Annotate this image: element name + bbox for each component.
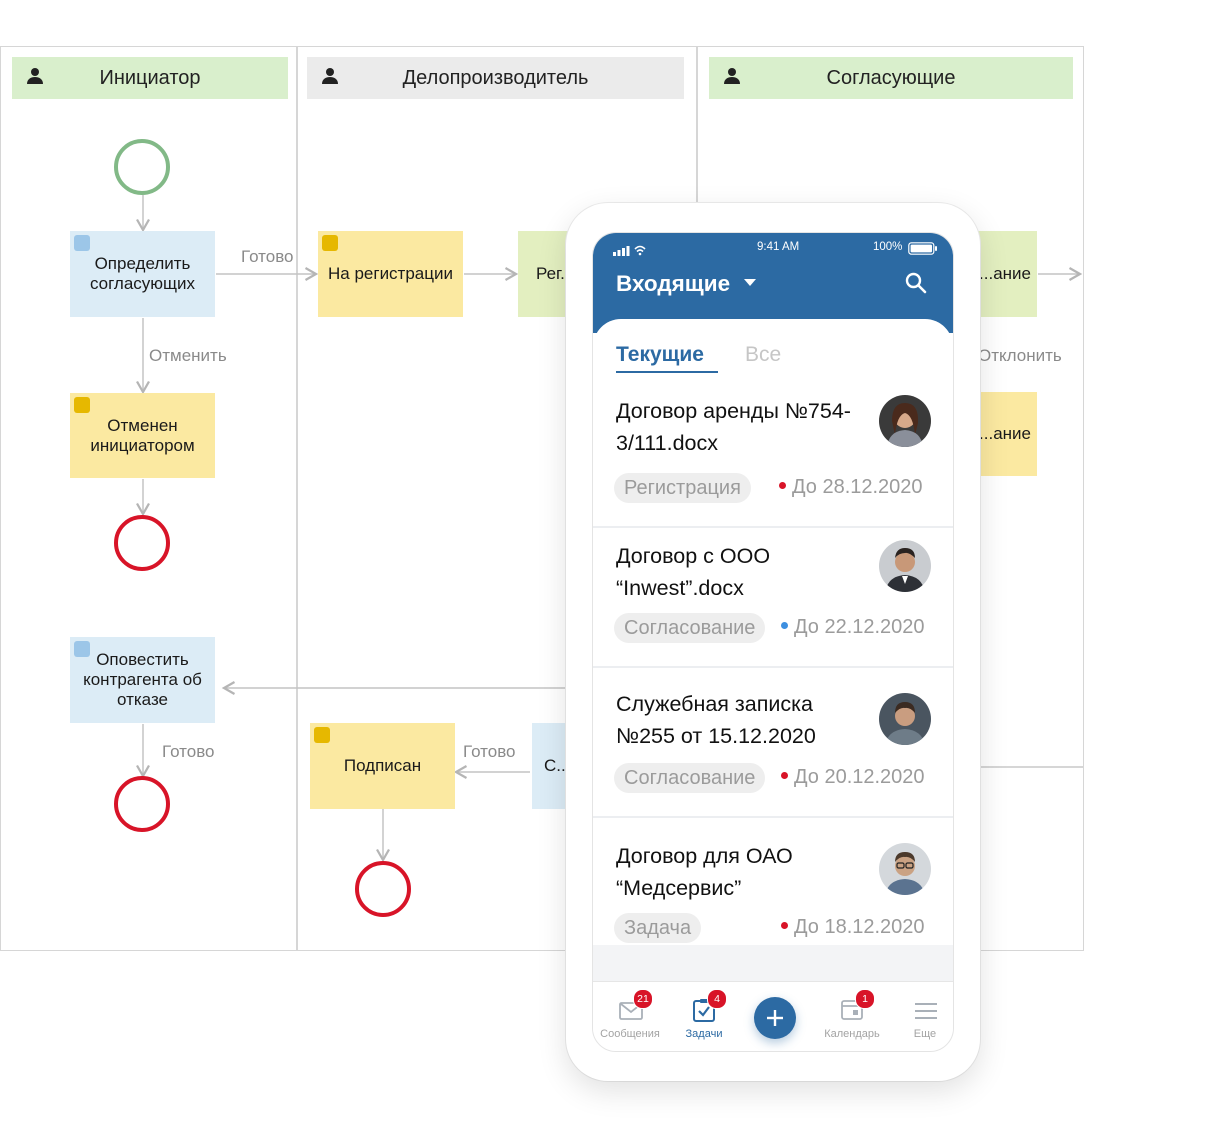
bottom-nav: 21 Сообщения 4 Задачи 1 Календарь Еще xyxy=(593,981,953,1051)
status-icon xyxy=(322,235,338,251)
due-text: До 18.12.2020 xyxy=(794,916,925,938)
start-event xyxy=(114,139,170,195)
task-label: Подписан xyxy=(343,756,422,775)
task-approval-status[interactable]: ...ание xyxy=(978,392,1037,476)
status-badge: Согласование xyxy=(614,613,766,643)
chevron-down-icon[interactable] xyxy=(744,279,756,287)
due-date: До 22.12.2020 xyxy=(781,616,925,639)
task-label: Определить согласующих xyxy=(89,254,196,293)
task-label: На регистрации xyxy=(328,264,453,283)
badge-count: 1 xyxy=(855,989,875,1009)
task-notify-counterparty[interactable]: Оповестить контрагента об отказе xyxy=(70,637,215,723)
battery-icon xyxy=(908,242,937,255)
badge-count: 4 xyxy=(707,989,727,1009)
status-icon xyxy=(314,727,330,743)
document-title: Договор для ОАО “Медсервис” xyxy=(616,844,793,900)
avatar xyxy=(879,540,931,592)
plus-icon xyxy=(767,1010,783,1026)
end-event xyxy=(114,776,170,832)
nav-label: Сообщения xyxy=(600,1028,660,1040)
status-badge: Регистрация xyxy=(614,473,751,503)
list-item[interactable]: Договор аренды №754-3/111.docx Регистрац… xyxy=(593,373,953,526)
task-cancelled-by-initiator[interactable]: Отменен инициатором xyxy=(70,393,215,478)
status-badge: Согласование xyxy=(614,763,766,793)
task-label: Отменен инициатором xyxy=(90,415,195,455)
list-item[interactable]: Служебная записка №255 от 15.12.2020 Сог… xyxy=(593,668,953,816)
task-signed[interactable]: Подписан xyxy=(310,723,455,809)
user-task-icon xyxy=(74,235,90,251)
avatar xyxy=(879,395,931,447)
avatar xyxy=(879,843,931,895)
nav-label: Еще xyxy=(913,1028,937,1040)
nav-label: Календарь xyxy=(824,1028,880,1040)
flow-label-ready: Готово xyxy=(162,742,215,761)
signal-icon xyxy=(613,245,646,256)
list-item[interactable]: Договор для ОАО “Медсервис” Задача До 18… xyxy=(593,818,953,945)
priority-dot xyxy=(781,922,788,930)
phone-screen: 9:41 AM 100% Входящие Текущие Все Догово… xyxy=(592,232,954,1052)
end-event xyxy=(355,861,411,917)
task-label: ...ание xyxy=(979,264,1031,283)
nav-tasks[interactable]: 4 Задачи xyxy=(669,982,739,1051)
inbox-title[interactable]: Входящие xyxy=(616,271,730,297)
nav-more[interactable]: Еще xyxy=(890,982,953,1051)
search-icon[interactable] xyxy=(905,272,927,294)
nav-label: Задачи xyxy=(685,1028,723,1040)
tab-bar: Текущие Все xyxy=(593,333,953,373)
menu-icon xyxy=(915,1003,937,1019)
badge-count: 21 xyxy=(633,989,653,1009)
document-title: Договор аренды №754-3/111.docx xyxy=(616,399,851,455)
task-label: ...ание xyxy=(979,424,1031,443)
priority-dot xyxy=(779,482,786,490)
status-battery: 100% xyxy=(873,241,903,253)
end-event xyxy=(114,515,170,571)
priority-dot xyxy=(781,622,788,630)
flow-label-ready: Готово xyxy=(463,742,516,761)
list-item[interactable]: Договор с ООО “Inwest”.docx Согласование… xyxy=(593,528,953,666)
document-title: Служебная записка №255 от 15.12.2020 xyxy=(616,692,816,748)
nav-calendar[interactable]: 1 Календарь xyxy=(817,982,887,1051)
task-approval[interactable]: ...ание xyxy=(978,231,1037,317)
due-text: До 22.12.2020 xyxy=(794,616,925,638)
add-button[interactable] xyxy=(754,997,796,1039)
task-on-registration[interactable]: На регистрации xyxy=(318,231,463,317)
due-text: До 28.12.2020 xyxy=(792,476,923,498)
avatar xyxy=(879,693,931,745)
due-text: До 20.12.2020 xyxy=(794,766,925,788)
status-badge: Задача xyxy=(614,913,702,943)
tab-all[interactable]: Все xyxy=(745,343,781,367)
due-date: До 18.12.2020 xyxy=(781,916,925,939)
user-task-icon xyxy=(74,641,90,657)
document-title: Договор с ООО “Inwest”.docx xyxy=(616,544,771,600)
flow-label-reject: Отклонить xyxy=(978,346,1062,365)
due-date: До 20.12.2020 xyxy=(781,766,925,789)
task-define-approvers[interactable]: Определить согласующих xyxy=(70,231,215,317)
status-time: 9:41 AM xyxy=(757,241,800,253)
status-icon xyxy=(74,397,90,413)
tab-current[interactable]: Текущие xyxy=(616,343,704,367)
priority-dot xyxy=(781,772,788,780)
flow-label-ready: Готово xyxy=(241,247,294,266)
task-label: Оповестить контрагента об отказе xyxy=(83,650,202,709)
nav-messages[interactable]: 21 Сообщения xyxy=(595,982,665,1051)
due-date: До 28.12.2020 xyxy=(779,476,923,499)
flow-label-cancel: Отменить xyxy=(149,346,227,365)
